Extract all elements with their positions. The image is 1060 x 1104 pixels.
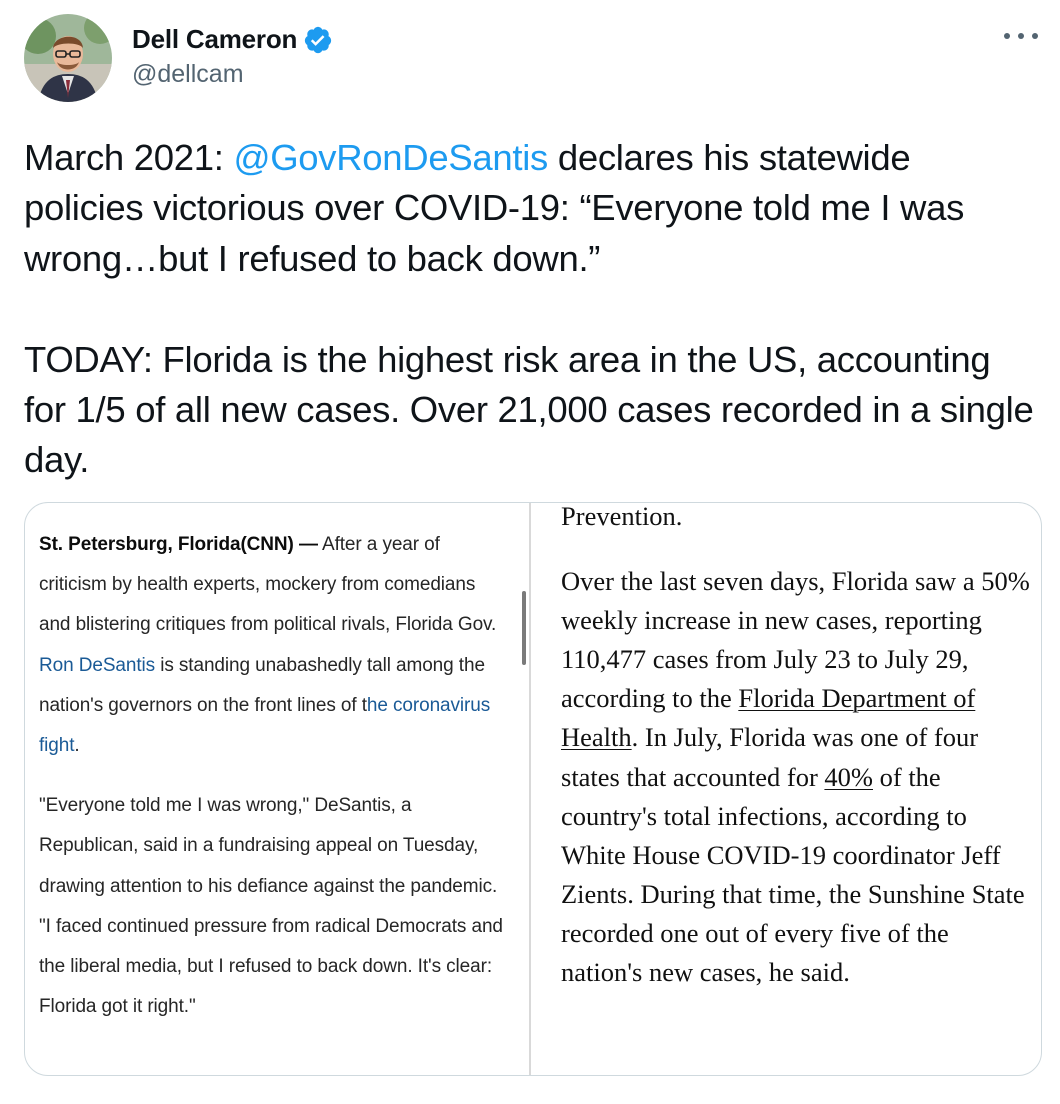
wapo-article-excerpt: Prevention. Over the last seven days, Fl… [561, 502, 1031, 992]
mention-link[interactable]: @GovRonDeSantis [233, 137, 548, 178]
wapo-paragraph-1: Prevention. [561, 502, 683, 531]
author-name-row[interactable]: Dell Cameron [132, 24, 333, 55]
tweet-text: March 2021: @GovRonDeSantis declares his… [24, 133, 1039, 486]
wapo-text: of the country's total infections, accor… [561, 761, 1025, 988]
cnn-paragraph-2: "Everyone told me I was wrong," DeSantis… [39, 795, 503, 1018]
tweet-paragraph-2: TODAY: Florida is the highest risk area … [24, 338, 1034, 481]
cnn-paragraph-1: St. Petersburg, Florida(CNN) — After a y… [39, 525, 509, 766]
cnn-dateline: St. Petersburg, Florida(CNN) — [39, 534, 318, 555]
cnn-article-excerpt: St. Petersburg, Florida(CNN) — After a y… [39, 525, 509, 1027]
wapo-link-40-percent: 40% [824, 761, 873, 792]
image-divider [529, 503, 531, 1075]
avatar[interactable] [24, 14, 112, 102]
verified-badge-icon [303, 25, 333, 55]
screenshot-scrollbar [522, 591, 526, 665]
tweet: Dell Cameron @dellcam March 2021: @GovRo… [0, 0, 1060, 1104]
handle[interactable]: @dellcam [132, 60, 244, 89]
avatar-photo-icon [24, 14, 112, 102]
attached-image[interactable]: St. Petersburg, Florida(CNN) — After a y… [24, 502, 1042, 1076]
cnn-text: . [74, 735, 80, 757]
cnn-link-desantis: Ron DeSantis [39, 654, 156, 676]
display-name[interactable]: Dell Cameron [132, 24, 297, 55]
tweet-text-lead: March 2021: [24, 137, 234, 178]
more-options-icon[interactable] [1004, 24, 1038, 48]
tweet-paragraph-1: March 2021: @GovRonDeSantis declares his… [24, 133, 1039, 284]
wapo-paragraph-2: Over the last seven days, Florida saw a … [561, 562, 1031, 992]
